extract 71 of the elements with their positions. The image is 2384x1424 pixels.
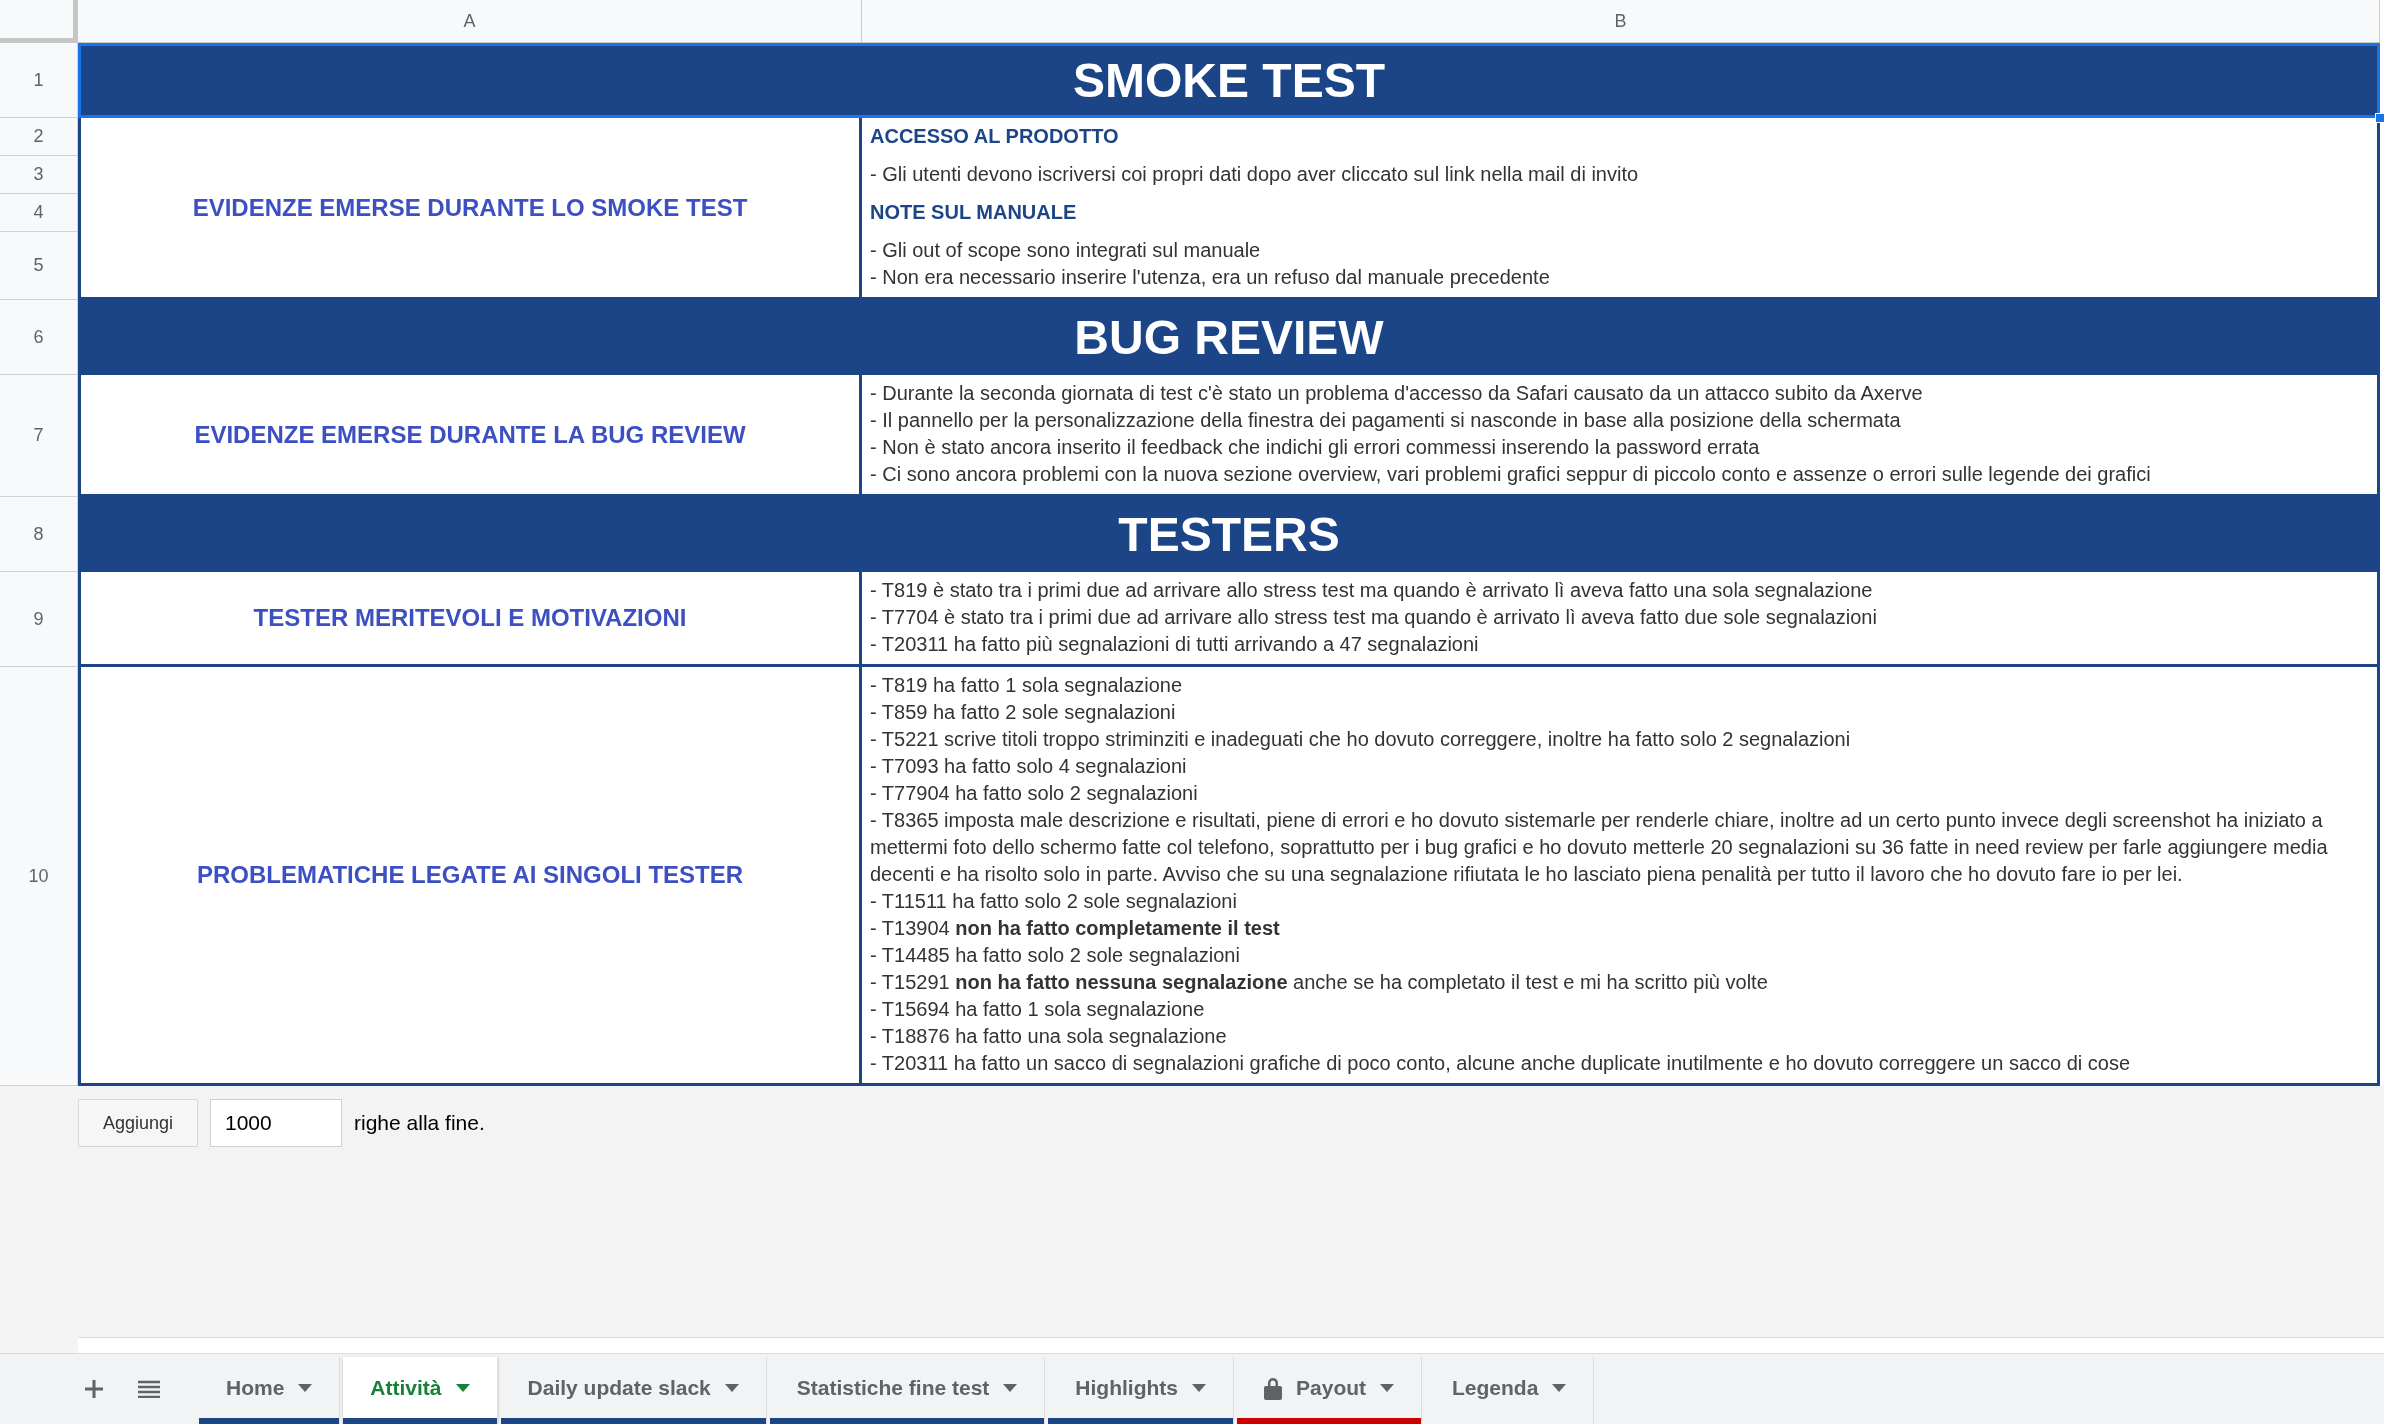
note-line: - T7704 è stato tra i primi due ad arrivare allo stress test ma quando è arrivato lì aveva fatto due sole segnalazioni xyxy=(870,605,1878,630)
caret-icon xyxy=(1552,1383,1567,1392)
scrollbar-track[interactable] xyxy=(78,1337,2384,1353)
header-cell[interactable]: BUG REVIEW xyxy=(78,300,2380,375)
table-cell[interactable]: - Gli out of scope sono integrati sul manuale - Non era necessario inserire l'utenza, era un refuso dal manuale precedente xyxy=(862,232,2380,300)
note-line: - T11511 ha fatto solo 2 sole segnalazioni xyxy=(870,889,1238,914)
row-header[interactable]: 6 xyxy=(0,300,78,375)
caret-icon xyxy=(298,1383,313,1392)
sheet-tab[interactable]: Daily update slack xyxy=(500,1357,767,1424)
row-header[interactable]: 8 xyxy=(0,497,78,572)
label-cell[interactable]: EVIDENZE EMERSE DURANTE LA BUG REVIEW xyxy=(78,375,862,497)
note-line: - Non è stato ancora inserito il feedback che indichi gli errori commessi inserendo la password errata xyxy=(870,435,1761,460)
section-title: SMOKE TEST xyxy=(1073,56,1385,105)
note-line: - T8365 imposta male descrizione e risultati, piene di errori e ho dovuto sistemarle per renderle chiare, inoltre ad un certo punto invece degli screenshot ha iniziato a mettermi foto dello schermo fatte col telefono, soprattutto per i bug grafici e ho dovuto metterle 20 segnalazioni su 36 fatte in need review per farle aggiungere media decenti e ha risolto solo in parte. Avviso che su una segnalazione rifiutata le ho lasciato piena penalità per tutto il lavoro che ho dovuto fare io per lei. xyxy=(870,808,2329,887)
rows-suffix-text: righe alla fine. xyxy=(354,1110,485,1137)
note-line: - T819 è stato tra i primi due ad arrivare allo stress test ma quando è arrivato lì aveva fatto una sola segnalazione xyxy=(870,578,1874,603)
note-line: - T15291 non ha fatto nessuna segnalazione anche se ha completato il test e mi ha scritto più volte xyxy=(870,970,1769,995)
sheet-tab[interactable]: Statistiche fine test xyxy=(769,1357,1046,1424)
caret-icon xyxy=(1192,1383,1206,1392)
add-rows-button[interactable]: Aggiungi xyxy=(78,1099,198,1147)
note-line: - Gli out of scope sono integrati sul manuale xyxy=(870,238,1262,263)
header-cell[interactable]: TESTERS xyxy=(78,497,2380,572)
note-heading: ACCESSO AL PRODOTTO xyxy=(870,124,1120,149)
note-line: - T20311 ha fatto un sacco di segnalazioni grafiche di poco conto, alcune anche duplicate inutilmente e ho dovuto correggere un sacco di cose xyxy=(870,1051,2132,1076)
row-header[interactable]: 4 xyxy=(0,194,78,232)
list-icon xyxy=(138,1380,160,1398)
label-cell[interactable]: EVIDENZE EMERSE DURANTE LO SMOKE TEST xyxy=(78,118,862,300)
note-heading: NOTE SUL MANUALE xyxy=(870,200,1078,225)
note-line: - Gli utenti devono iscriversi coi propri dati dopo aver cliccato sul link nella mail di invito xyxy=(870,162,1640,187)
note-line: - Il pannello per la personalizzazione della finestra dei pagamenti si nasconde in base alla posizione della schermata xyxy=(870,408,1902,433)
table-cell[interactable] xyxy=(862,667,2380,1086)
note-line: - Non era necessario inserire l'utenza, era un refuso dal manuale precedente xyxy=(870,265,1551,290)
note-line: - T5221 scrive titoli troppo striminziti e inadeguati che ho dovuto correggere, inoltre ha fatto solo 2 segnalazioni xyxy=(870,727,1852,752)
row-header[interactable]: 5 xyxy=(0,232,78,300)
column-header[interactable]: A xyxy=(78,0,862,43)
note-line: - T14485 ha fatto solo 2 sole segnalazioni xyxy=(870,943,1241,968)
row-header[interactable]: 3 xyxy=(0,156,78,194)
caret-icon xyxy=(455,1383,470,1392)
sheet-tab[interactable]: Legenda xyxy=(1425,1357,1595,1424)
row-header[interactable]: 7 xyxy=(0,375,78,497)
section-title: TESTERS xyxy=(1118,510,1340,559)
label-cell[interactable]: PROBLEMATICHE LEGATE AI SINGOLI TESTER xyxy=(78,667,862,1086)
sheet-tab[interactable]: Payout xyxy=(1237,1357,1423,1424)
column-header[interactable]: B xyxy=(862,0,2380,43)
note-line: - T15694 ha fatto 1 sola segnalazione xyxy=(870,997,1206,1022)
row-header[interactable]: 1 xyxy=(0,43,78,118)
table-cell[interactable] xyxy=(862,375,2380,497)
section-title: BUG REVIEW xyxy=(1074,313,1384,362)
note-line: - T77904 ha fatto solo 2 segnalazioni xyxy=(870,781,1199,806)
note-line: - Ci sono ancora problemi con la nuova sezione overview, vari problemi grafici seppur di piccolo conto e assenze o errori sulle legende dei grafici xyxy=(870,462,2152,487)
note-line: - Durante la seconda giornata di test c'è stato un problema d'accesso da Safari causato da un attacco subito da Axerve xyxy=(870,381,1924,406)
label-cell[interactable]: TESTER MERITEVOLI E MOTIVAZIONI xyxy=(78,572,862,667)
caret-icon xyxy=(1380,1383,1395,1392)
note-line: - T819 ha fatto 1 sola segnalazione xyxy=(870,673,1184,698)
note-line: - T20311 ha fatto più segnalazioni di tutti arrivando a 47 segnalazioni xyxy=(870,632,1480,657)
row-header[interactable]: 2 xyxy=(0,118,78,156)
row-header[interactable]: 10 xyxy=(0,667,78,1086)
caret-icon xyxy=(1003,1383,1018,1392)
note-line: - T13904 non ha fatto completamente il test xyxy=(870,916,1281,941)
selection-handle-icon[interactable] xyxy=(2375,113,2384,123)
row-header[interactable]: 9 xyxy=(0,572,78,667)
note-line: - T7093 ha fatto solo 4 segnalazioni xyxy=(870,754,1188,779)
caret-icon xyxy=(724,1383,739,1392)
plus-icon xyxy=(84,1379,104,1399)
row-count-input[interactable]: 1000 xyxy=(210,1099,342,1147)
sheet-tab[interactable]: Home xyxy=(199,1357,341,1424)
sheet-tab[interactable]: Attività xyxy=(343,1357,498,1424)
note-line: - T859 ha fatto 2 sole segnalazioni xyxy=(870,700,1177,725)
sheet-tab[interactable]: Highlights xyxy=(1048,1357,1234,1424)
table-cell[interactable] xyxy=(862,572,2380,667)
note-line: - T18876 ha fatto una sola segnalazione xyxy=(870,1024,1228,1049)
